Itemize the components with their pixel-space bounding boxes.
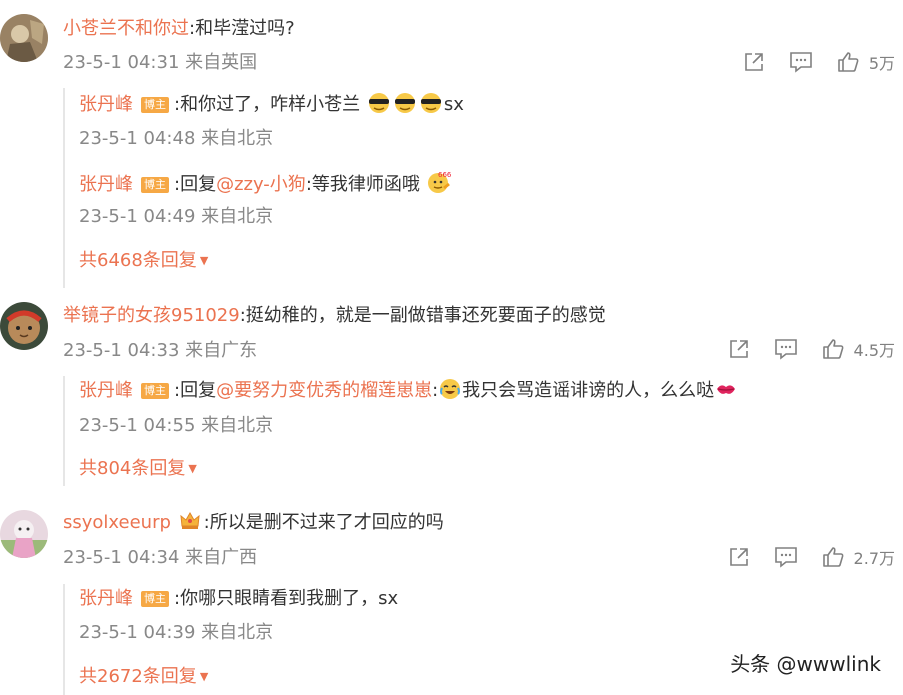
reply-text: :等我律师函哦 xyxy=(305,174,420,195)
reply-text: :你哪只眼睛看到我删了，sx xyxy=(174,588,399,609)
mention-link[interactable]: @zzy-小狗 xyxy=(216,174,306,195)
comment-meta: 23-5-1 04:34 来自广西 xyxy=(63,547,258,568)
comment-button[interactable] xyxy=(774,546,798,568)
reply-item: 张丹峰 博主 :你哪只眼睛看到我删了，sx xyxy=(79,586,398,612)
reply-item: 张丹峰 博主 :回复@zzy-小狗:等我律师函哦 666 xyxy=(79,170,452,202)
like-count: 4.5万 xyxy=(853,341,895,360)
reply-text: 我只会骂造谣诽谤的人，么么哒 xyxy=(462,380,715,401)
reply-suffix: sx xyxy=(443,94,464,115)
share-icon xyxy=(745,53,763,71)
mention-link[interactable]: @要努力变优秀的榴莲崽崽 xyxy=(216,380,432,401)
thumbs-up-icon xyxy=(822,339,844,359)
comment-username[interactable]: 举镜子的女孩951029 xyxy=(63,305,240,326)
blogger-badge: 博主 xyxy=(141,383,169,399)
blogger-badge: 博主 xyxy=(141,591,169,607)
kiss-lips-emoji-icon xyxy=(714,378,738,408)
comment-button[interactable] xyxy=(789,51,813,73)
more-replies-label: 共2672条回复 xyxy=(79,666,197,687)
like-button[interactable]: 2.7万 xyxy=(822,545,895,569)
avatar[interactable] xyxy=(0,302,48,350)
reply-list: 张丹峰 博主:和你过了，咋样小苍兰 sx 23-5-1 04:48 来自北京 张丹… xyxy=(63,88,464,288)
like-button[interactable]: 4.5万 xyxy=(822,337,895,361)
comment-item: 小苍兰不和你过:和毕滢过吗? 23-5-1 04:31 来自英国 5万 张丹峰博… xyxy=(0,0,903,290)
reply-prefix: :回复 xyxy=(174,380,217,401)
more-replies-link[interactable]: 共6468条回复 ▼ xyxy=(79,248,208,274)
comment-username[interactable]: 小苍兰不和你过 xyxy=(63,18,189,39)
comment-text: :所以是删不过来了才回应的吗 xyxy=(203,512,444,533)
comment-item: 举镜子的女孩951029:挺幼稚的，就是一副做错事还死要面子的感觉 23-5-1… xyxy=(0,290,903,490)
reply-prefix: :回复 xyxy=(174,174,217,195)
reply-username[interactable]: 张丹峰 xyxy=(79,588,133,609)
cool-face-emoji-icon xyxy=(418,92,444,122)
avatar[interactable] xyxy=(0,510,48,558)
thumbs-up-icon xyxy=(822,547,844,567)
comment-text: :和毕滢过吗? xyxy=(189,18,295,39)
share-button[interactable] xyxy=(728,546,750,568)
comment-meta: 23-5-1 04:31 来自英国 xyxy=(63,52,258,73)
reply-list: 张丹峰 博主:回复@要努力变优秀的榴莲崽崽: 我只会骂造谣诽谤的人，么么哒 23-5… xyxy=(63,376,736,486)
thumbs-up-icon xyxy=(838,52,859,72)
blogger-badge: 博主 xyxy=(141,97,169,113)
comment-button[interactable] xyxy=(774,338,798,360)
crown-badge-icon xyxy=(179,510,201,540)
reply-meta: 23-5-1 04:48 来自北京 xyxy=(79,128,274,149)
comment-actions: 4.5万 xyxy=(728,334,895,364)
reply-text: :和你过了，咋样小苍兰 xyxy=(174,94,361,115)
share-icon xyxy=(729,340,748,358)
comment-username[interactable]: ssyolxeeurp xyxy=(63,512,171,533)
like-button[interactable]: 5万 xyxy=(837,50,895,74)
caret-down-icon: ▼ xyxy=(188,462,197,475)
reply-username[interactable]: 张丹峰 xyxy=(79,380,133,401)
666-face-emoji-icon: 666 xyxy=(426,170,452,202)
comment-actions: 2.7万 xyxy=(728,542,895,572)
reply-meta: 23-5-1 04:39 来自北京 xyxy=(79,622,274,643)
reply-list: 张丹峰 博主 :你哪只眼睛看到我删了，sx 23-5-1 04:39 来自北京 共2… xyxy=(63,584,398,695)
svg-text:666: 666 xyxy=(438,171,452,179)
caret-down-icon: ▼ xyxy=(199,254,209,267)
more-replies-link[interactable]: 共2672条回复 ▼ xyxy=(79,664,208,690)
reply-meta: 23-5-1 04:55 来自北京 xyxy=(79,415,274,436)
reply-item: 张丹峰 博主 :和你过了，咋样小苍兰 sx xyxy=(79,92,464,122)
comment-icon xyxy=(790,52,812,73)
cool-face-emoji-icon xyxy=(366,92,392,122)
share-button[interactable] xyxy=(743,51,765,73)
share-icon xyxy=(729,548,748,566)
caret-down-icon: ▼ xyxy=(199,670,209,683)
reply-meta: 23-5-1 04:49 来自北京 xyxy=(79,206,274,227)
more-replies-label: 共6468条回复 xyxy=(79,250,197,271)
cool-face-emoji-icon xyxy=(392,92,418,122)
reply-username[interactable]: 张丹峰 xyxy=(79,94,133,115)
like-count: 5万 xyxy=(868,54,895,73)
like-count: 2.7万 xyxy=(853,549,895,568)
share-button[interactable] xyxy=(728,338,750,360)
more-replies-label: 共804条回复 xyxy=(79,458,186,479)
comment-actions: 5万 xyxy=(743,47,895,77)
blogger-badge: 博主 xyxy=(141,177,169,193)
comment-icon xyxy=(774,547,797,568)
avatar[interactable] xyxy=(0,14,48,62)
reply-username[interactable]: 张丹峰 xyxy=(79,174,133,195)
comment-icon xyxy=(774,339,797,360)
comment-meta: 23-5-1 04:33 来自广东 xyxy=(63,340,258,361)
comment-text: :挺幼稚的，就是一副做错事还死要面子的感觉 xyxy=(239,305,606,326)
more-replies-link[interactable]: 共804条回复 ▼ xyxy=(79,456,197,482)
watermark: 头条 @wwwlink xyxy=(730,652,881,676)
crying-laugh-emoji-icon xyxy=(438,378,462,408)
reply-item: 张丹峰 博主:回复@要努力变优秀的榴莲崽崽: 我只会骂造谣诽谤的人，么么哒 xyxy=(79,378,738,408)
